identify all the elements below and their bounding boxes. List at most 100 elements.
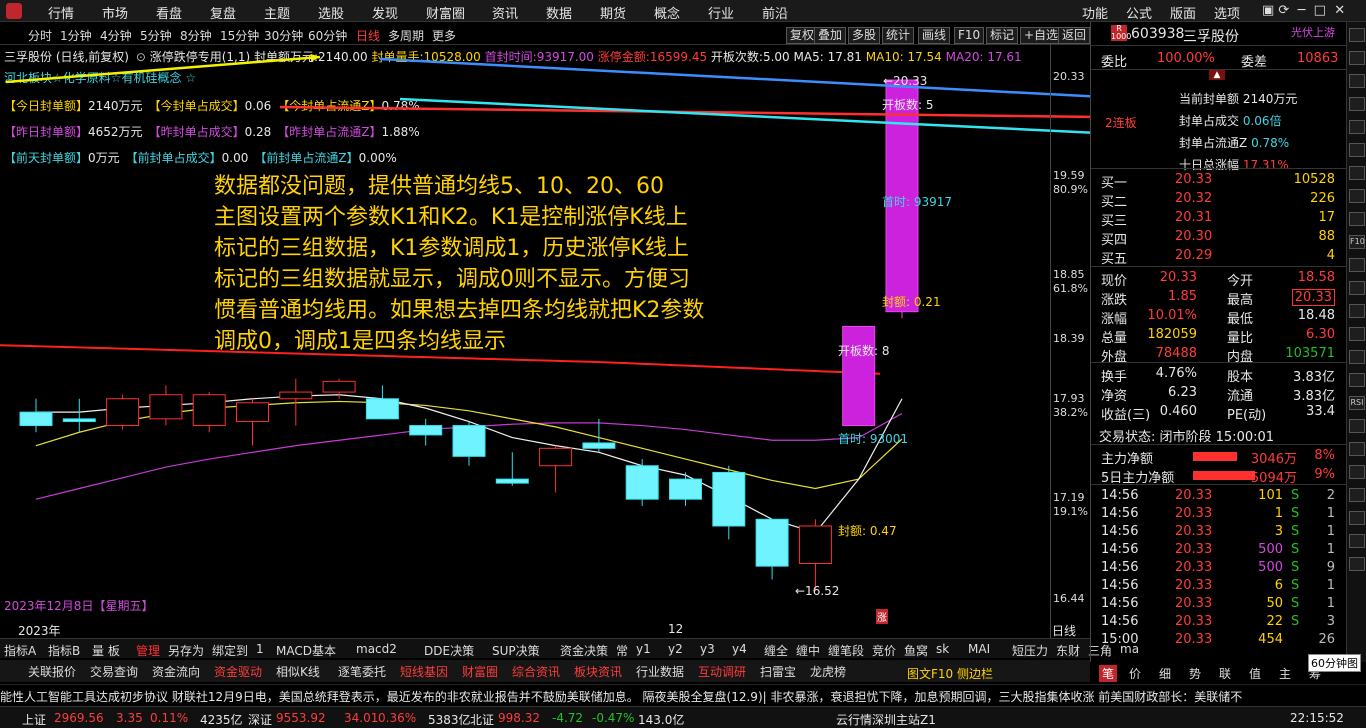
indicator-tab-2[interactable]: 量 板 [92,642,120,659]
indicator-tab-19[interactable]: 缠笔段 [828,642,864,659]
candle-body[interactable] [279,391,313,400]
candle-body[interactable] [62,418,96,423]
tf-7[interactable]: 60分钟 [308,27,347,44]
tf-10[interactable]: 更多 [432,27,456,44]
function-tab-11[interactable]: 互动调研 [698,663,746,680]
menu-right-0[interactable]: 功能 [1082,3,1108,22]
candle-body[interactable] [842,325,876,427]
tf-0[interactable]: 分时 [28,27,52,44]
sidebar-tool-icon[interactable]: RSI [1349,396,1365,410]
menu-item-3[interactable]: 复盘 [210,3,236,22]
menu-item-10[interactable]: 期货 [600,3,626,22]
sidebar-tool-icon[interactable] [1349,465,1365,479]
candle-body[interactable] [322,380,356,393]
indicator-tab-23[interactable]: MAI [968,642,990,656]
menu-item-11[interactable]: 概念 [654,3,680,22]
sidebar-tool-icon[interactable] [1349,511,1365,525]
candle-body[interactable] [539,447,573,467]
indicator-tab-8[interactable]: macd2 [356,642,397,656]
indicator-tab-20[interactable]: 竞价 [872,642,896,659]
function-tab-1[interactable]: 交易查询 [90,663,138,680]
indicator-tab-1[interactable]: 指标B [48,642,80,659]
indicator-tab-25[interactable]: 东财 [1056,642,1080,659]
indicator-tab-18[interactable]: 缠中 [796,642,820,659]
panel-tab-3[interactable]: 价 [1129,665,1141,682]
panel-tab-2[interactable]: 笔 [1099,665,1118,682]
menu-item-9[interactable]: 数据 [546,3,572,22]
candle-body[interactable] [625,465,659,500]
indicator-tab-10[interactable]: SUP决策 [492,642,540,659]
tf-8[interactable]: 日线 [356,27,380,44]
function-tab-3[interactable]: 资金驱动 [214,663,262,680]
candle-body[interactable] [452,425,486,457]
menu-right-1[interactable]: 公式 [1126,3,1152,22]
candle-body[interactable] [409,425,443,436]
menu-right-3[interactable]: 选项 [1214,3,1240,22]
candle-body[interactable] [669,478,702,500]
panel-tab-7[interactable]: 值 [1249,665,1261,682]
candle-body[interactable] [106,398,140,427]
sidebar-tool-icon[interactable] [1349,442,1365,456]
toolbar-btn-3[interactable]: 统计 [882,27,915,44]
panel-tab-4[interactable]: 细 [1159,665,1171,682]
candle-body[interactable] [149,394,183,420]
sector-tag[interactable]: 光伏上游 [1291,24,1335,40]
indicator-tab-7[interactable]: MACD基本 [276,642,336,659]
indicator-tab-14[interactable]: y2 [668,642,683,656]
indicator-tab-13[interactable]: y1 [636,642,651,656]
function-tab-4[interactable]: 相似K线 [276,663,320,680]
bid-row[interactable]: 买三 20.31 17 [1091,209,1343,229]
panel-tab-0[interactable]: 图文F10 [907,665,953,682]
sidebar-tool-icon[interactable] [1349,327,1365,341]
toolbar-btn-4[interactable]: 画线 [918,27,951,44]
sidebar-tool-icon[interactable] [1349,373,1365,387]
bid-row[interactable]: 买五 20.29 4 [1091,247,1343,267]
menu-item-1[interactable]: 市场 [102,3,128,22]
menu-item-0[interactable]: 行情 [48,3,74,22]
tf-9[interactable]: 多周期 [388,27,424,44]
candle-body[interactable] [192,394,226,427]
bid-row[interactable]: 买四 20.30 88 [1091,228,1343,248]
ticker-text[interactable]: 能性人工智能工具达成初步协议 财联社12月9日电，美国总统拜登表示，最近发布的非… [0,688,1242,705]
window-controls[interactable]: ▣ ⟳ ─ □ ✕ [1262,3,1345,18]
menu-item-2[interactable]: 看盘 [156,3,182,22]
tf-5[interactable]: 15分钟 [220,27,259,44]
sidebar-tool-icon[interactable] [1349,557,1365,571]
toolbar-btn-2[interactable]: 多股 [848,27,881,44]
sidebar-tool-icon[interactable] [1349,120,1365,134]
sidebar-tool-icon[interactable] [1349,51,1365,65]
menu-right-2[interactable]: 版面 [1170,3,1196,22]
candle-body[interactable] [236,402,269,423]
sidebar-tool-icon[interactable] [1349,258,1365,272]
menu-item-8[interactable]: 资讯 [492,3,518,22]
indicator-tab-16[interactable]: y4 [732,642,747,656]
tf-6[interactable]: 30分钟 [264,27,303,44]
menu-item-12[interactable]: 行业 [708,3,734,22]
sidebar-tool-icon[interactable] [1349,212,1365,226]
tf-4[interactable]: 8分钟 [180,27,212,44]
panel-tab-1[interactable]: 侧边栏 [957,665,993,682]
indicator-tab-0[interactable]: 指标A [4,642,36,659]
bid-row[interactable]: 买二 20.32 226 [1091,190,1343,210]
menu-item-5[interactable]: 选股 [318,3,344,22]
sidebar-tool-icon[interactable] [1349,350,1365,364]
tf-1[interactable]: 1分钟 [60,27,92,44]
candle-body[interactable] [19,411,53,427]
candle-body[interactable] [712,471,746,527]
indicator-tab-9[interactable]: DDE决策 [424,642,474,659]
candle-body[interactable] [365,398,399,420]
menu-item-7[interactable]: 财富圈 [426,3,465,22]
function-tab-9[interactable]: 板块资讯 [574,663,622,680]
function-tab-0[interactable]: 关联报价 [28,663,76,680]
main-chart[interactable]: 三孚股份 (日线,前复权) ⊙ 涨停跌停专用(1,1) 封单额万元:2140.0… [0,44,1090,638]
indicator-tab-3[interactable]: 管理 [136,642,160,659]
bid-row[interactable]: 买一 20.33 10528 [1091,171,1343,191]
menu-item-6[interactable]: 发现 [372,3,398,22]
function-tab-13[interactable]: 龙虎榜 [810,663,846,680]
sidebar-tool-icon[interactable] [1349,281,1365,295]
indicator-tab-12[interactable]: 常 [616,642,628,659]
toolbar-btn-8[interactable]: 返回 [1058,27,1091,44]
indicator-tab-22[interactable]: sk [936,642,949,656]
candle-body[interactable] [582,442,616,449]
sidebar-tool-icon[interactable] [1349,419,1365,433]
